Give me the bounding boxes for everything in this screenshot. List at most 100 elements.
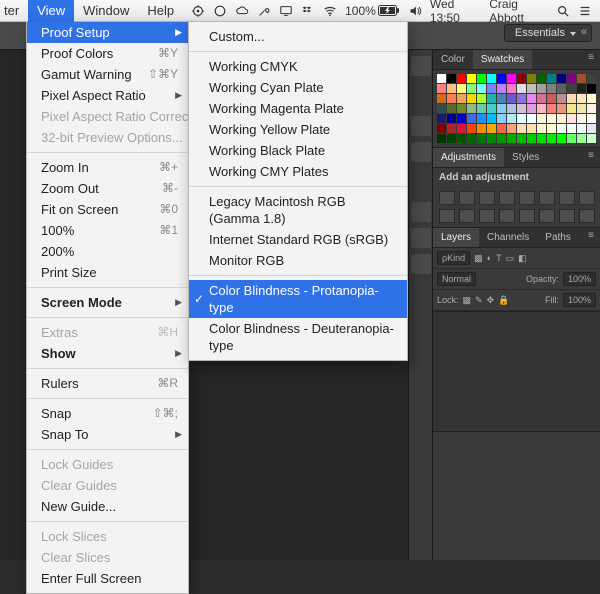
- swatch[interactable]: [477, 104, 486, 113]
- swatch[interactable]: [547, 94, 556, 103]
- adjustment-preset[interactable]: [459, 191, 475, 205]
- submenuitem-custom-[interactable]: Custom...: [189, 26, 407, 47]
- swatch[interactable]: [497, 104, 506, 113]
- swatch[interactable]: [557, 94, 566, 103]
- tab-layers[interactable]: Layers: [433, 228, 479, 247]
- submenuitem-color-blindness-deuteranopia-type[interactable]: Color Blindness - Deuteranopia-type: [189, 318, 407, 356]
- swatch[interactable]: [437, 134, 446, 143]
- swatch[interactable]: [497, 84, 506, 93]
- swatch[interactable]: [557, 134, 566, 143]
- menuitem-screen-mode[interactable]: Screen Mode▶: [27, 292, 188, 313]
- swatch[interactable]: [577, 94, 586, 103]
- swatch[interactable]: [587, 134, 596, 143]
- menuitem-gamut-warning[interactable]: Gamut Warning⇧⌘Y: [27, 64, 188, 85]
- swatch[interactable]: [497, 134, 506, 143]
- clock-text[interactable]: Wed 13:50: [430, 0, 481, 25]
- swatch[interactable]: [447, 94, 456, 103]
- panel-menu-icon[interactable]: ≡: [582, 148, 600, 167]
- adjustment-preset[interactable]: [439, 209, 455, 223]
- menuitem-snap[interactable]: Snap⇧⌘;: [27, 403, 188, 424]
- swatch[interactable]: [487, 94, 496, 103]
- adjustment-preset[interactable]: [439, 191, 455, 205]
- submenuitem-working-cyan-plate[interactable]: Working Cyan Plate: [189, 77, 407, 98]
- swatch[interactable]: [547, 134, 556, 143]
- swatch[interactable]: [507, 94, 516, 103]
- user-name[interactable]: Craig Abbott: [489, 0, 548, 25]
- swatch[interactable]: [447, 74, 456, 83]
- submenuitem-working-black-plate[interactable]: Working Black Plate: [189, 140, 407, 161]
- swatch[interactable]: [587, 94, 596, 103]
- filter-pixel-icon[interactable]: ▩: [474, 253, 483, 264]
- actions-icon[interactable]: [411, 116, 431, 136]
- swatch[interactable]: [457, 74, 466, 83]
- swatch[interactable]: [537, 84, 546, 93]
- swatch[interactable]: [507, 74, 516, 83]
- swatch[interactable]: [567, 134, 576, 143]
- swatch[interactable]: [517, 124, 526, 133]
- adjustment-preset[interactable]: [579, 191, 595, 205]
- swatches-grid[interactable]: [433, 70, 600, 147]
- adjustment-preset[interactable]: [559, 209, 575, 223]
- swatch[interactable]: [467, 74, 476, 83]
- swatch[interactable]: [447, 134, 456, 143]
- swatch[interactable]: [467, 94, 476, 103]
- menuitem-proof-colors[interactable]: Proof Colors⌘Y: [27, 43, 188, 64]
- menuitem-pixel-aspect-ratio[interactable]: Pixel Aspect Ratio▶: [27, 85, 188, 106]
- swatch[interactable]: [477, 84, 486, 93]
- swatch[interactable]: [477, 124, 486, 133]
- swatch[interactable]: [567, 84, 576, 93]
- swatch[interactable]: [587, 84, 596, 93]
- swatch[interactable]: [567, 74, 576, 83]
- swatch[interactable]: [487, 114, 496, 123]
- tab-styles[interactable]: Styles: [504, 148, 547, 167]
- swatch[interactable]: [517, 74, 526, 83]
- menuitem-print-size[interactable]: Print Size: [27, 262, 188, 283]
- swatch[interactable]: [527, 124, 536, 133]
- adjustment-preset[interactable]: [519, 191, 535, 205]
- swatch[interactable]: [517, 134, 526, 143]
- cloud-icon[interactable]: [235, 4, 249, 18]
- menuitem-zoom-in[interactable]: Zoom In⌘+: [27, 157, 188, 178]
- swatch[interactable]: [457, 84, 466, 93]
- menuitem-enter-full-screen[interactable]: Enter Full Screen: [27, 568, 188, 589]
- opacity-value[interactable]: 100%: [563, 272, 596, 286]
- menuitem-rulers[interactable]: Rulers⌘R: [27, 373, 188, 394]
- swatch[interactable]: [507, 104, 516, 113]
- swatch[interactable]: [517, 94, 526, 103]
- swatch[interactable]: [507, 114, 516, 123]
- blend-mode-select[interactable]: Normal: [437, 272, 476, 286]
- menuitem-fit-on-screen[interactable]: Fit on Screen⌘0: [27, 199, 188, 220]
- swatch[interactable]: [537, 104, 546, 113]
- volume-icon[interactable]: [408, 4, 422, 18]
- swatch[interactable]: [527, 134, 536, 143]
- swatch[interactable]: [527, 104, 536, 113]
- paragraph-icon[interactable]: [411, 254, 431, 274]
- lock-pixels-icon[interactable]: ✎: [475, 295, 483, 306]
- adjustment-preset[interactable]: [539, 209, 555, 223]
- swatch[interactable]: [547, 104, 556, 113]
- swatch[interactable]: [487, 124, 496, 133]
- adjustment-preset[interactable]: [519, 209, 535, 223]
- menuitem-100-[interactable]: 100%⌘1: [27, 220, 188, 241]
- filter-shape-icon[interactable]: ▭: [506, 253, 515, 264]
- wifi-icon[interactable]: [323, 4, 337, 18]
- swatch[interactable]: [557, 114, 566, 123]
- workspace-switcher[interactable]: Essentials: [504, 24, 592, 42]
- swatch[interactable]: [587, 124, 596, 133]
- tab-swatches[interactable]: Swatches: [473, 50, 532, 69]
- swatch[interactable]: [587, 114, 596, 123]
- swatch[interactable]: [577, 84, 586, 93]
- swatch[interactable]: [487, 134, 496, 143]
- menu-ter[interactable]: ter: [0, 0, 28, 22]
- swatch[interactable]: [507, 84, 516, 93]
- panel-menu-icon[interactable]: ≡: [582, 50, 600, 69]
- swatch[interactable]: [457, 114, 466, 123]
- swatch[interactable]: [467, 134, 476, 143]
- swatch[interactable]: [477, 94, 486, 103]
- swatch[interactable]: [527, 114, 536, 123]
- swatch[interactable]: [577, 114, 586, 123]
- tab-paths[interactable]: Paths: [537, 228, 579, 247]
- swatch[interactable]: [527, 84, 536, 93]
- swatch[interactable]: [497, 124, 506, 133]
- swatch[interactable]: [577, 124, 586, 133]
